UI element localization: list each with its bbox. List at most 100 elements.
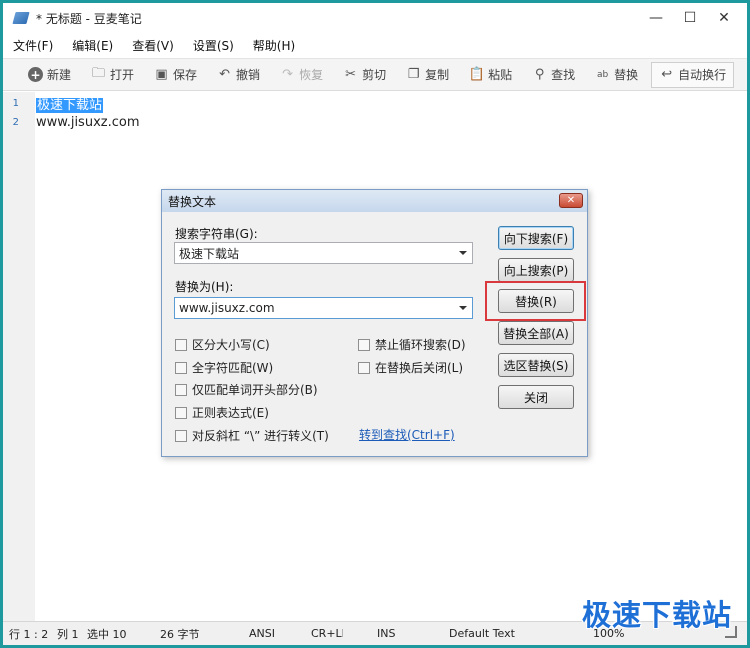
find-label: 查找 xyxy=(551,68,576,82)
minimize-button[interactable]: — xyxy=(639,3,673,33)
cut-icon: ✂ xyxy=(345,67,357,82)
menu-bar: 文件(F) 编辑(E) 查看(V) 设置(S) 帮助(H) xyxy=(3,33,747,57)
editor-line: 2 www.jisuxz.com xyxy=(3,113,140,132)
find-button[interactable]: ⚲ 查找 xyxy=(525,62,582,88)
wrap-icon: ↩ xyxy=(661,67,673,82)
save-label: 保存 xyxy=(173,68,198,82)
clipboard-icon: 📋 xyxy=(468,67,485,82)
paste-label: 粘贴 xyxy=(488,68,513,82)
option-whole[interactable]: 全字符匹配(W) xyxy=(175,359,273,376)
annotation-highlight xyxy=(485,281,586,321)
option-noloop[interactable]: 禁止循环搜索(D) xyxy=(358,336,466,353)
replace-all-button[interactable]: 替换全部(A) xyxy=(498,321,574,345)
option-regex[interactable]: 正则表达式(E) xyxy=(175,404,269,421)
status-eol[interactable]: CR+LF xyxy=(311,627,343,640)
search-value: 极速下载站 xyxy=(179,246,240,261)
watermark-logo: 极速下载站 xyxy=(581,598,732,632)
checkbox[interactable] xyxy=(175,429,187,442)
copy-icon: ❐ xyxy=(407,67,420,82)
copy-button[interactable]: ❐ 复制 xyxy=(399,62,456,88)
status-bytes: 26 字节 xyxy=(160,627,200,641)
toolbar: + 新建 🗀 打开 ▣ 保存 ↶ 撤销 ↷ 恢复 ✂ 剪切 ❐ 复制 📋 粘贴 … xyxy=(3,58,747,91)
undo-label: 撤销 xyxy=(236,68,261,82)
app-logo-icon xyxy=(12,12,30,24)
option-escape-label: 对反斜杠 “\” 进行转义(T) xyxy=(192,429,329,443)
line-number: 1 xyxy=(12,98,19,109)
option-closeafter-label: 在替换后关闭(L) xyxy=(375,361,464,375)
paste-button[interactable]: 📋 粘贴 xyxy=(462,62,519,88)
goto-find-link[interactable]: 转到查找(Ctrl+F) xyxy=(359,426,455,443)
open-button[interactable]: 🗀 打开 xyxy=(84,62,141,88)
line-number: 2 xyxy=(12,117,19,128)
replace-value: www.jisuxz.com xyxy=(179,301,275,315)
menu-view[interactable]: 查看(V) xyxy=(122,37,183,54)
menu-file[interactable]: 文件(F) xyxy=(3,37,62,54)
status-column: 列 1 xyxy=(57,627,79,641)
search-down-button[interactable]: 向下搜索(F) xyxy=(498,226,574,250)
chevron-down-icon[interactable] xyxy=(459,306,467,310)
cut-button[interactable]: ✂ 剪切 xyxy=(336,62,393,88)
replace-dialog: 替换文本 ✕ 搜索字符串(G): 极速下载站 替换为(H): www.jisux… xyxy=(161,189,588,457)
option-regex-label: 正则表达式(E) xyxy=(192,406,269,420)
checkbox[interactable] xyxy=(175,361,187,374)
replace-label: 替换为(H): xyxy=(175,280,234,294)
checkbox[interactable] xyxy=(175,383,187,396)
line-text[interactable]: www.jisuxz.com xyxy=(36,115,140,130)
search-icon: ⚲ xyxy=(534,67,545,82)
replace-selection-button[interactable]: 选区替换(S) xyxy=(498,353,574,377)
status-selection: 选中 10 xyxy=(87,627,127,641)
status-encoding[interactable]: ANSI xyxy=(249,627,275,640)
selected-text[interactable]: 极速下载站 xyxy=(36,98,104,113)
wrap-label: 自动换行 xyxy=(678,68,727,82)
copy-label: 复制 xyxy=(425,68,450,82)
redo-button[interactable]: ↷ 恢复 xyxy=(273,62,330,88)
checkbox[interactable] xyxy=(358,338,370,351)
option-prefix-label: 仅匹配单词开头部分(B) xyxy=(192,383,318,397)
option-escape[interactable]: 对反斜杠 “\” 进行转义(T) xyxy=(175,427,329,444)
replace-icon: ab xyxy=(597,69,609,80)
option-whole-label: 全字符匹配(W) xyxy=(192,361,274,375)
search-combobox[interactable]: 极速下载站 xyxy=(174,242,473,264)
editor-line: 1 极速下载站 xyxy=(3,94,104,113)
status-font: Default Text xyxy=(449,627,515,640)
status-position: 行 1 : 2 xyxy=(9,627,49,641)
checkbox[interactable] xyxy=(358,361,370,374)
checkbox[interactable] xyxy=(175,406,187,419)
menu-help[interactable]: 帮助(H) xyxy=(243,37,304,54)
menu-settings[interactable]: 设置(S) xyxy=(183,37,243,54)
wrap-button[interactable]: ↩ 自动换行 xyxy=(651,61,735,88)
undo-button[interactable]: ↶ 撤销 xyxy=(210,62,267,88)
option-closeafter[interactable]: 在替换后关闭(L) xyxy=(358,359,463,376)
line-text[interactable]: 极速下载站 xyxy=(36,94,104,113)
replace-label: 替换 xyxy=(614,68,639,82)
floppy-icon: ▣ xyxy=(155,67,168,82)
new-button[interactable]: + 新建 xyxy=(21,62,78,88)
search-label: 搜索字符串(G): xyxy=(175,227,258,241)
chevron-down-icon[interactable] xyxy=(459,251,467,255)
dialog-title: 替换文本 xyxy=(168,194,217,209)
close-button[interactable]: ✕ xyxy=(707,3,741,33)
plus-circle-icon: + xyxy=(28,67,43,82)
line-gutter xyxy=(3,92,35,621)
new-label: 新建 xyxy=(47,68,72,82)
search-up-button[interactable]: 向上搜索(P) xyxy=(498,258,574,282)
replace-combobox[interactable]: www.jisuxz.com xyxy=(174,297,473,319)
cut-label: 剪切 xyxy=(362,68,387,82)
menu-edit[interactable]: 编辑(E) xyxy=(62,37,122,54)
title-bar: * 无标题 - 豆麦笔记 — ☐ ✕ xyxy=(3,3,747,33)
window-title: * 无标题 - 豆麦笔记 xyxy=(36,11,142,26)
maximize-button[interactable]: ☐ xyxy=(673,3,707,33)
redo-label: 恢复 xyxy=(299,68,324,82)
redo-icon: ↷ xyxy=(282,67,294,82)
option-noloop-label: 禁止循环搜索(D) xyxy=(375,338,466,352)
window-controls: — ☐ ✕ xyxy=(639,3,741,33)
option-case[interactable]: 区分大小写(C) xyxy=(175,336,270,353)
option-prefix[interactable]: 仅匹配单词开头部分(B) xyxy=(175,381,318,398)
dialog-close-button[interactable]: 关闭 xyxy=(498,385,574,409)
dialog-close-icon[interactable]: ✕ xyxy=(559,193,583,208)
folder-icon: 🗀 xyxy=(92,65,106,81)
dialog-title-bar: 替换文本 ✕ xyxy=(162,190,587,212)
replace-toolbar-button[interactable]: ab 替换 xyxy=(588,62,645,88)
checkbox[interactable] xyxy=(175,338,187,351)
save-button[interactable]: ▣ 保存 xyxy=(147,62,204,88)
